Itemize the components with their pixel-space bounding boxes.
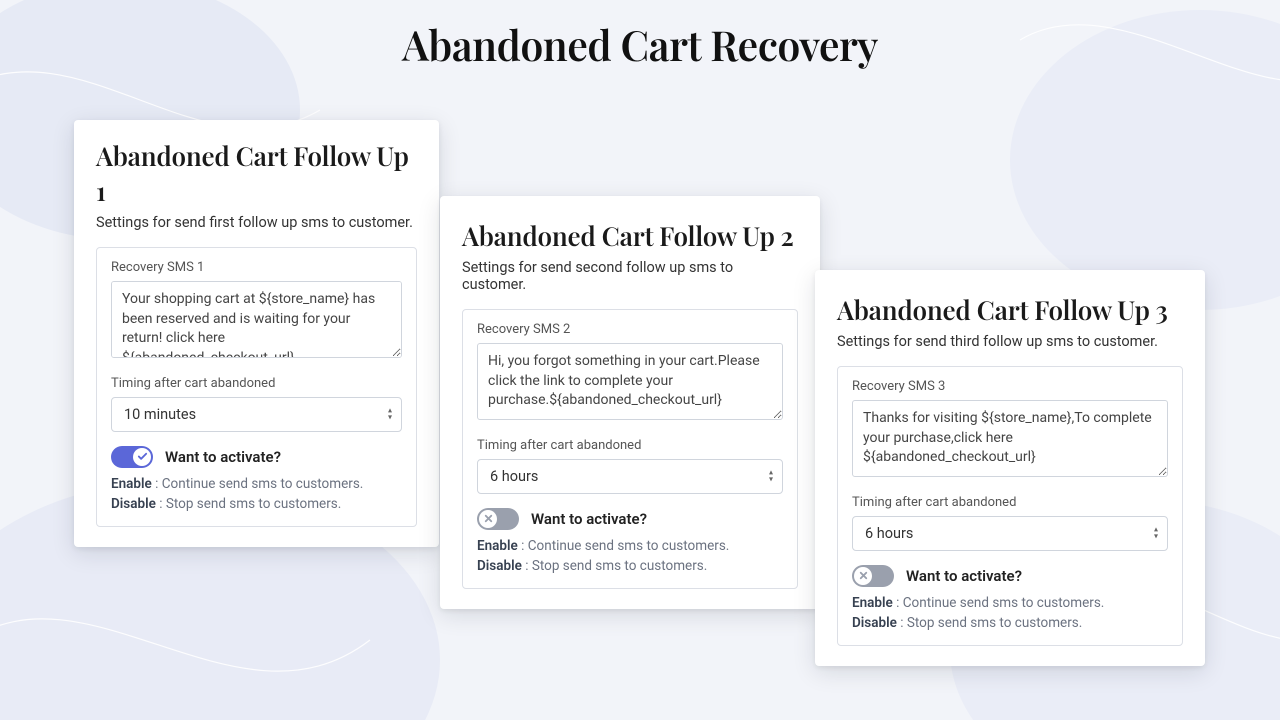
followup-card-2: Abandoned Cart Follow Up 2 Settings for … <box>440 196 820 609</box>
activate-toggle[interactable] <box>852 565 894 587</box>
disable-hint: Disable : Stop send sms to customers. <box>852 615 1168 631</box>
card-title: Abandoned Cart Follow Up 2 <box>462 218 798 253</box>
timing-select[interactable]: 10 minutes <box>111 397 402 432</box>
timing-select[interactable]: 6 hours <box>477 459 783 494</box>
enable-hint: Enable : Continue send sms to customers. <box>477 538 783 554</box>
activate-toggle[interactable] <box>111 446 153 468</box>
disable-hint: Disable : Stop send sms to customers. <box>477 558 783 574</box>
card-title: Abandoned Cart Follow Up 3 <box>837 292 1183 327</box>
close-icon <box>479 510 497 528</box>
card-title: Abandoned Cart Follow Up 1 <box>96 138 417 208</box>
timing-label: Timing after cart abandoned <box>111 376 402 391</box>
enable-hint: Enable : Continue send sms to customers. <box>852 595 1168 611</box>
sms-textarea[interactable] <box>477 343 783 420</box>
page-title: Abandoned Cart Recovery <box>0 18 1280 72</box>
timing-select[interactable]: 6 hours <box>852 516 1168 551</box>
sms-label: Recovery SMS 1 <box>111 260 402 275</box>
card-subtitle: Settings for send first follow up sms to… <box>96 214 417 231</box>
timing-label: Timing after cart abandoned <box>852 495 1168 510</box>
field-panel: Recovery SMS 1 Timing after cart abandon… <box>96 247 417 527</box>
disable-hint: Disable : Stop send sms to customers. <box>111 496 402 512</box>
check-icon <box>133 448 151 466</box>
field-panel: Recovery SMS 2 Timing after cart abandon… <box>462 309 798 589</box>
card-subtitle: Settings for send third follow up sms to… <box>837 333 1183 350</box>
activate-label: Want to activate? <box>531 510 647 528</box>
card-subtitle: Settings for send second follow up sms t… <box>462 259 798 293</box>
activate-label: Want to activate? <box>906 567 1022 585</box>
followup-card-3: Abandoned Cart Follow Up 3 Settings for … <box>815 270 1205 666</box>
activate-toggle[interactable] <box>477 508 519 530</box>
activate-label: Want to activate? <box>165 448 281 466</box>
sms-label: Recovery SMS 3 <box>852 379 1168 394</box>
followup-card-1: Abandoned Cart Follow Up 1 Settings for … <box>74 120 439 547</box>
enable-hint: Enable : Continue send sms to customers. <box>111 476 402 492</box>
field-panel: Recovery SMS 3 Timing after cart abandon… <box>837 366 1183 646</box>
sms-textarea[interactable] <box>111 281 402 358</box>
sms-label: Recovery SMS 2 <box>477 322 783 337</box>
timing-label: Timing after cart abandoned <box>477 438 783 453</box>
close-icon <box>854 567 872 585</box>
sms-textarea[interactable] <box>852 400 1168 477</box>
